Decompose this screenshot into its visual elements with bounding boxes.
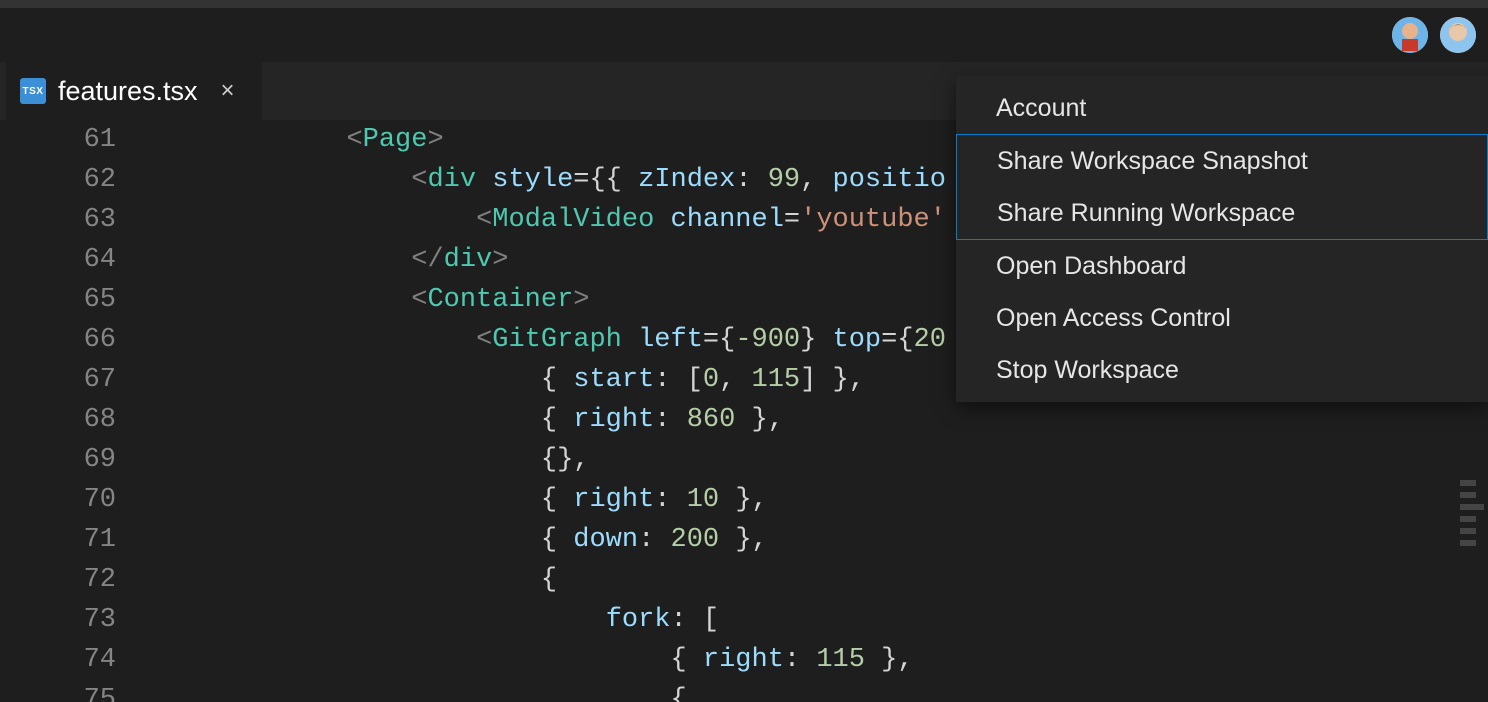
code-line: { down: 200 },	[152, 520, 1488, 560]
line-number: 66	[0, 320, 116, 360]
close-icon[interactable]: ×	[216, 79, 240, 103]
code-line: {},	[152, 440, 1488, 480]
line-number: 75	[0, 680, 116, 702]
code-line: { right: 10 },	[152, 480, 1488, 520]
code-line: fork: [	[152, 600, 1488, 640]
line-number: 64	[0, 240, 116, 280]
line-number: 73	[0, 600, 116, 640]
code-line: { right: 860 },	[152, 400, 1488, 440]
line-number: 74	[0, 640, 116, 680]
code-line: {	[152, 560, 1488, 600]
tab-features[interactable]: TSX features.tsx ×	[6, 62, 262, 120]
line-number: 67	[0, 360, 116, 400]
menu-item[interactable]: Stop Workspace	[956, 344, 1488, 396]
line-number-gutter: 616263646566676869707172737475	[0, 120, 152, 702]
line-number: 71	[0, 520, 116, 560]
line-number: 68	[0, 400, 116, 440]
line-number: 72	[0, 560, 116, 600]
avatar-user-1[interactable]	[1392, 17, 1428, 53]
line-number: 61	[0, 120, 116, 160]
menu-item[interactable]: Open Access Control	[956, 292, 1488, 344]
menu-section-share: Share Workspace SnapshotShare Running Wo…	[956, 134, 1488, 240]
titlebar	[0, 0, 1488, 8]
tsx-file-icon: TSX	[20, 78, 46, 104]
minimap[interactable]	[1460, 480, 1484, 546]
line-number: 62	[0, 160, 116, 200]
code-line: {	[152, 680, 1488, 702]
account-menu: AccountShare Workspace SnapshotShare Run…	[956, 76, 1488, 402]
line-number: 70	[0, 480, 116, 520]
header	[0, 8, 1488, 62]
line-number: 69	[0, 440, 116, 480]
menu-item[interactable]: Open Dashboard	[956, 240, 1488, 292]
line-number: 65	[0, 280, 116, 320]
tab-title: features.tsx	[58, 76, 198, 107]
menu-item[interactable]: Account	[956, 82, 1488, 134]
menu-item[interactable]: Share Running Workspace	[957, 187, 1487, 239]
avatar-user-2[interactable]	[1440, 17, 1476, 53]
line-number: 63	[0, 200, 116, 240]
menu-item[interactable]: Share Workspace Snapshot	[957, 135, 1487, 187]
code-line: { right: 115 },	[152, 640, 1488, 680]
